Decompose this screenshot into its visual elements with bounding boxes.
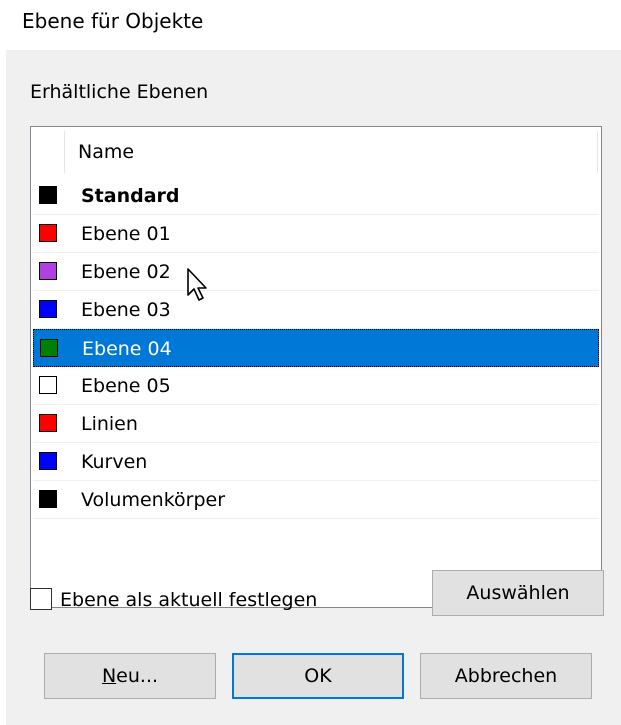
layer-color-swatch — [40, 339, 58, 357]
ok-button[interactable]: OK — [232, 653, 404, 699]
cancel-button[interactable]: Abbrechen — [420, 653, 592, 699]
layer-name: Linien — [81, 413, 138, 435]
layer-name: Volumenkörper — [81, 489, 226, 511]
layer-color-swatch — [39, 452, 57, 470]
layer-name: Ebene 05 — [81, 375, 171, 397]
layer-color-swatch — [39, 224, 57, 242]
layer-color-swatch — [39, 414, 57, 432]
select-button[interactable]: Auswählen — [432, 570, 604, 616]
layer-list[interactable]: Name Standard Ebene 01 Ebene 02 Ebene 03 Ebe… — [30, 126, 602, 608]
layer-name: Ebene 02 — [81, 261, 171, 283]
layer-color-swatch — [39, 262, 57, 280]
layer-row[interactable]: Ebene 04 — [33, 329, 599, 367]
layer-name: Ebene 01 — [81, 223, 171, 245]
layer-row[interactable]: Ebene 02 — [33, 253, 599, 291]
layer-color-swatch — [39, 490, 57, 508]
layer-row[interactable]: Linien — [33, 405, 599, 443]
layer-row[interactable]: Volumenkörper — [33, 481, 599, 519]
header-separator — [64, 131, 65, 173]
set-current-checkbox[interactable] — [30, 588, 52, 610]
new-button-accelerator: N — [101, 665, 117, 687]
layer-row[interactable]: Ebene 01 — [33, 215, 599, 253]
layer-color-swatch — [39, 300, 57, 318]
layer-row[interactable]: Standard — [33, 177, 599, 215]
layer-name: Ebene 03 — [81, 299, 171, 321]
dialog-body: Erhältliche Ebenen Name Standard Ebene 01… — [6, 50, 621, 725]
layer-name: Ebene 04 — [82, 338, 172, 360]
layer-row[interactable]: Kurven — [33, 443, 599, 481]
new-button[interactable]: Neu... — [44, 653, 216, 699]
layer-color-swatch — [39, 376, 57, 394]
set-current-label[interactable]: Ebene als aktuell festlegen — [60, 588, 317, 612]
window-title: Ebene für Objekte — [22, 9, 204, 33]
mouse-cursor-icon — [187, 268, 207, 301]
title-bar: Ebene für Objekte — [0, 0, 621, 50]
layer-name: Standard — [81, 185, 180, 207]
list-header: Name — [31, 127, 601, 177]
header-separator — [597, 131, 598, 173]
available-layers-label: Erhältliche Ebenen — [30, 81, 209, 103]
layer-name: Kurven — [81, 451, 148, 473]
new-button-label: eu... — [116, 665, 159, 687]
layer-row[interactable]: Ebene 03 — [33, 291, 599, 329]
layer-row[interactable]: Ebene 05 — [33, 367, 599, 405]
column-header-name[interactable]: Name — [78, 140, 134, 164]
layer-color-swatch — [39, 186, 57, 204]
